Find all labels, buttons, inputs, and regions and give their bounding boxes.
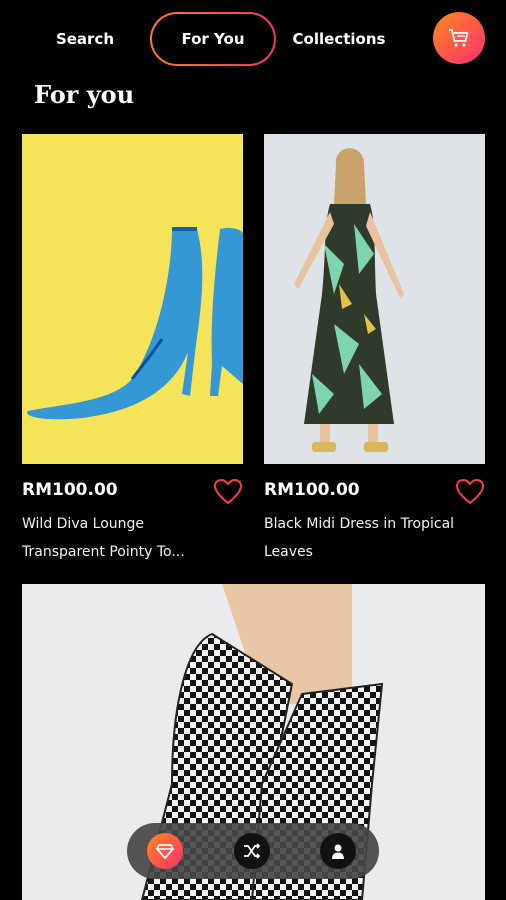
product-image[interactable] [264, 134, 485, 464]
bottom-navigation [127, 823, 379, 879]
shuffle-button[interactable] [234, 833, 270, 869]
heart-icon [455, 478, 485, 505]
tab-search[interactable]: Search [40, 12, 130, 66]
product-price: RM100.00 [22, 480, 118, 500]
cart-icon [449, 29, 469, 47]
tab-collections[interactable]: Collections [284, 12, 394, 66]
tab-for-you[interactable]: For You [150, 12, 276, 66]
profile-button[interactable] [320, 833, 356, 869]
page-title: For you [34, 80, 135, 109]
product-name[interactable]: Wild Diva Lounge Transparent Pointy To..… [22, 510, 222, 566]
cart-button[interactable] [433, 12, 485, 64]
shuffle-icon [244, 843, 261, 859]
top-navigation: Search For You Collections [0, 0, 506, 80]
product-name[interactable]: Black Midi Dress in Tropical Leaves [264, 510, 464, 566]
favorite-button[interactable] [213, 478, 243, 506]
user-icon [332, 844, 344, 859]
product-image[interactable] [22, 134, 243, 464]
product-card[interactable]: RM100.00 Wild Diva Lounge Transparent Po… [22, 134, 243, 566]
product-price: RM100.00 [264, 480, 360, 500]
diamond-icon [156, 844, 174, 859]
product-card[interactable]: RM100.00 Black Midi Dress in Tropical Le… [264, 134, 485, 566]
favorite-button[interactable] [455, 478, 485, 506]
diamond-button[interactable] [147, 833, 183, 869]
heart-icon [213, 478, 243, 505]
